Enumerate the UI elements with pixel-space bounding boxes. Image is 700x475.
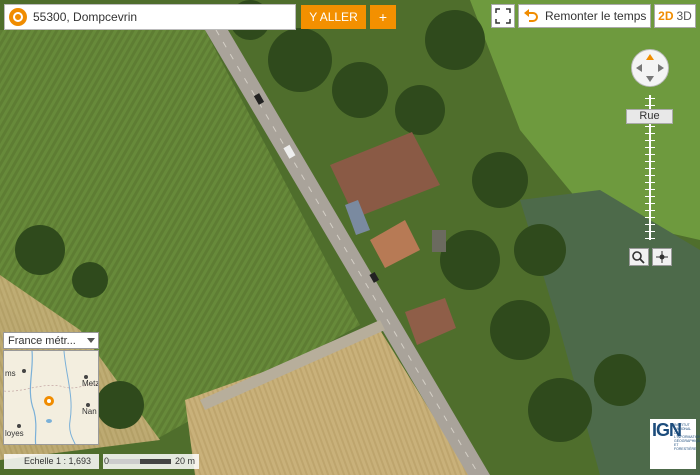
magnifier-icon [632, 251, 645, 264]
zoom-tick [645, 168, 655, 169]
zoom-tick [645, 182, 655, 183]
zoom-tick [645, 175, 655, 176]
scale-bar: 0 20 m [103, 454, 199, 469]
zoom-tick [645, 238, 655, 239]
ign-logo[interactable]: IGN INSTITUT NATIONAL DE L'INFORMATION G… [650, 419, 700, 469]
outbuilding [432, 230, 446, 252]
zoom-tick [645, 203, 655, 204]
zoom-tick [645, 196, 655, 197]
minimap-place-label: Nan [82, 407, 97, 416]
minimap-select-label: France métr... [8, 334, 76, 347]
zoom-tick [645, 217, 655, 218]
scale-bar-half [109, 459, 140, 464]
ign-logo-tagline: INSTITUT NATIONAL DE L'INFORMATION GÉOGR… [674, 423, 700, 451]
fullscreen-button[interactable] [491, 4, 515, 28]
zoom-tick [645, 210, 655, 211]
zoom-tick [645, 189, 655, 190]
pan-control[interactable] [631, 49, 669, 87]
scale-ratio: Echelle 1 : 1,693 [4, 454, 99, 469]
zoom-tick [645, 161, 655, 162]
zoom-tick [645, 133, 655, 134]
locate-icon[interactable] [9, 8, 27, 26]
mode-2d[interactable]: 2D [658, 9, 673, 23]
pan-arrows-icon [636, 54, 664, 82]
zoom-tick [645, 147, 655, 148]
undo-arrow-icon [524, 9, 538, 22]
geolocate-button[interactable] [652, 248, 672, 266]
go-button[interactable]: Y ALLER [301, 5, 366, 29]
search-input[interactable] [33, 6, 283, 28]
overview-minimap[interactable]: ms Metz Nan loyes [3, 350, 99, 445]
minimap-place-label: Metz [82, 379, 99, 388]
crosshair-icon [656, 251, 668, 263]
aerial-map[interactable] [0, 0, 700, 475]
time-travel-label: Remonter le temps [545, 9, 647, 23]
chevron-down-icon [87, 338, 95, 343]
time-travel-button[interactable]: Remonter le temps [518, 4, 651, 28]
minimap-place-label: loyes [5, 429, 24, 438]
dimension-toggle[interactable]: 2D 3D [654, 4, 696, 28]
zoom-tick [645, 224, 655, 225]
zoom-tick [645, 105, 655, 106]
zoom-tick [645, 154, 655, 155]
minimap-territory-select[interactable]: France métr... [3, 332, 99, 349]
zoom-tick [645, 98, 655, 99]
search-bar [4, 4, 296, 30]
minimap-place-label: ms [5, 369, 16, 378]
zoom-tick [645, 140, 655, 141]
mode-3d[interactable]: 3D [677, 9, 692, 23]
zoom-tick [645, 231, 655, 232]
more-options-button[interactable]: + [370, 5, 396, 29]
scale-distance-label: 20 m [175, 456, 196, 466]
zoom-box-button[interactable] [629, 248, 649, 266]
zoom-tick [645, 126, 655, 127]
fullscreen-icon [495, 8, 511, 24]
zoom-level-label[interactable]: Rue [626, 109, 673, 124]
